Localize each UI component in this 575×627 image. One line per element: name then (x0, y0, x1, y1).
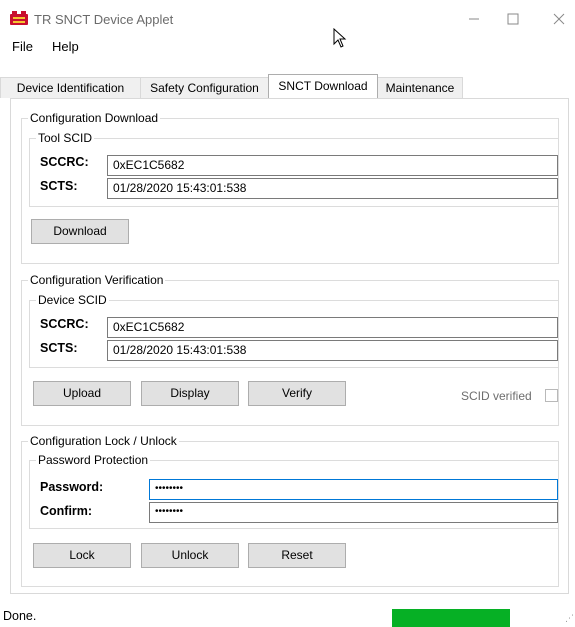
status-text: Done. (3, 609, 37, 623)
close-icon (553, 13, 565, 25)
lock-button[interactable]: Lock (33, 543, 131, 568)
app-icon (10, 11, 28, 25)
device-sccrc-label: SCCRC: (40, 317, 89, 331)
device-scts-label: SCTS: (40, 341, 78, 355)
unlock-button[interactable]: Unlock (141, 543, 239, 568)
snct-download-panel: Configuration Download Tool SCID SCCRC: … (10, 98, 569, 594)
download-button[interactable]: Download (31, 219, 129, 244)
window-title: TR SNCT Device Applet (34, 12, 174, 27)
configuration-lock-legend: Configuration Lock / Unlock (30, 434, 177, 448)
tab-safety-configuration[interactable]: Safety Configuration (140, 77, 269, 98)
tool-sccrc-label: SCCRC: (40, 155, 89, 169)
minimize-icon (469, 18, 479, 20)
tab-device-identification[interactable]: Device Identification (0, 77, 141, 98)
close-button[interactable] (536, 4, 575, 34)
tool-sccrc-field[interactable]: 0xEC1C5682 (107, 155, 558, 176)
menu-help[interactable]: Help (52, 39, 79, 54)
tool-scts-field[interactable]: 01/28/2020 15:43:01:538 (107, 178, 558, 199)
configuration-download-legend: Configuration Download (30, 111, 159, 125)
display-button[interactable]: Display (141, 381, 239, 406)
device-scts-field[interactable]: 01/28/2020 15:43:01:538 (107, 340, 558, 361)
password-label: Password: (40, 480, 104, 494)
maximize-icon (507, 13, 519, 25)
tab-snct-download[interactable]: SNCT Download (268, 74, 378, 98)
tool-scid-legend: Tool SCID (38, 131, 93, 145)
tab-strip: Device Identification Safety Configurati… (0, 74, 575, 99)
resize-grip-icon[interactable]: ⋰ (565, 614, 574, 623)
verify-button[interactable]: Verify (248, 381, 346, 406)
maximize-button[interactable] (490, 4, 536, 34)
scid-verified-checkbox[interactable] (545, 389, 558, 402)
tab-maintenance[interactable]: Maintenance (377, 77, 463, 98)
scid-verified-label: SCID verified (461, 389, 532, 403)
password-field[interactable]: •••••••• (149, 479, 558, 500)
upload-button[interactable]: Upload (33, 381, 131, 406)
progress-fill (392, 609, 510, 627)
title-bar: TR SNCT Device Applet (0, 0, 575, 48)
password-protection-legend: Password Protection (38, 453, 149, 467)
device-scid-legend: Device SCID (38, 293, 107, 307)
confirm-label: Confirm: (40, 504, 93, 518)
menu-file[interactable]: File (12, 39, 33, 54)
confirm-field[interactable]: •••••••• (149, 502, 558, 523)
status-progress-bar (392, 609, 510, 627)
configuration-verification-legend: Configuration Verification (30, 273, 164, 287)
menu-bar: File Help (0, 36, 575, 58)
device-sccrc-field[interactable]: 0xEC1C5682 (107, 317, 558, 338)
reset-button[interactable]: Reset (248, 543, 346, 568)
tool-scts-label: SCTS: (40, 179, 78, 193)
